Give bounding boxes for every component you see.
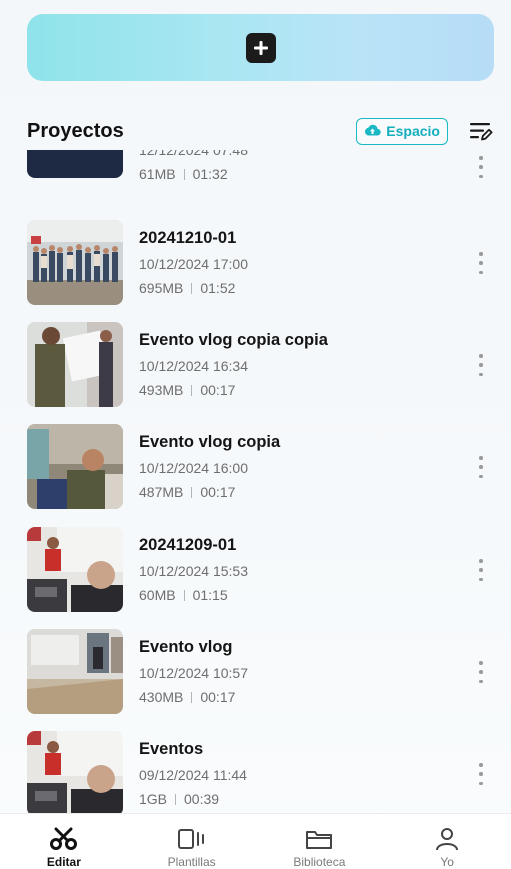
nav-label: Plantillas [167, 855, 216, 869]
project-date: 09/12/2024 11:44 [139, 767, 247, 783]
project-date: 10/12/2024 16:00 [139, 460, 248, 476]
project-thumbnail [27, 322, 123, 407]
project-date: 10/12/2024 17:00 [139, 256, 248, 272]
separator [183, 589, 185, 601]
more-options-icon[interactable] [474, 661, 488, 683]
project-title: Eventos [139, 740, 204, 758]
projects-header: Proyectos Espacio [27, 116, 494, 146]
project-size: 493MB [139, 382, 184, 398]
project-title: 20241209-01 [139, 536, 237, 554]
project-date: 10/12/2024 15:53 [139, 563, 248, 579]
separator [191, 486, 193, 498]
sort-edit-icon[interactable] [468, 118, 494, 144]
more-options-icon[interactable] [474, 252, 488, 274]
separator [175, 793, 177, 805]
separator [191, 384, 193, 396]
project-duration: 01:15 [192, 587, 228, 603]
bottom-nav: Editar Plantillas Biblioteca Yo [0, 813, 511, 869]
create-project-button[interactable] [27, 14, 494, 81]
project-size: 695MB [139, 280, 184, 296]
nav-label: Biblioteca [293, 855, 346, 869]
cloud-upload-icon [364, 123, 382, 139]
more-options-icon[interactable] [474, 456, 488, 478]
more-options-icon[interactable] [474, 156, 488, 178]
project-title: Evento vlog [139, 638, 233, 656]
project-date: 10/12/2024 10:57 [139, 665, 248, 681]
project-item[interactable]: Evento vlog copia copia 10/12/2024 16:34… [0, 322, 511, 414]
project-item[interactable]: 12/12/2024 07:48 61MB 01:32 [0, 150, 511, 185]
project-title: Evento vlog copia copia [139, 331, 328, 349]
project-item[interactable]: Eventos 09/12/2024 11:44 1GB 00:39 [0, 731, 511, 813]
project-size: 430MB [139, 689, 184, 705]
folder-icon [304, 827, 334, 851]
project-item[interactable]: Evento vlog 10/12/2024 10:57 430MB 00:17 [0, 629, 511, 721]
nav-label: Editar [46, 855, 81, 869]
project-date: 10/12/2024 16:34 [139, 358, 248, 374]
project-thumbnail [27, 731, 123, 813]
project-thumbnail [27, 424, 123, 509]
nav-yo[interactable]: Yo [383, 814, 511, 869]
project-title: 20241210-01 [139, 229, 237, 247]
nav-editar[interactable]: Editar [0, 814, 128, 869]
nav-label: Yo [440, 855, 454, 869]
nav-plantillas[interactable]: Plantillas [128, 814, 256, 869]
project-size: 1GB [139, 791, 168, 807]
project-size: 60MB [139, 587, 176, 603]
scissors-icon [49, 827, 79, 851]
project-thumbnail [27, 150, 123, 178]
project-duration: 00:17 [200, 484, 236, 500]
project-duration: 01:52 [200, 280, 236, 296]
nav-biblioteca[interactable]: Biblioteca [256, 814, 384, 869]
project-item[interactable]: 20241210-01 10/12/2024 17:00 695MB 01:52 [0, 220, 511, 312]
project-thumbnail [27, 629, 123, 714]
project-size: 61MB [139, 166, 176, 182]
storage-button-label: Espacio [386, 123, 440, 139]
template-icon [177, 827, 207, 851]
project-item[interactable]: 20241209-01 10/12/2024 15:53 60MB 01:15 [0, 527, 511, 619]
project-duration: 01:32 [192, 166, 228, 182]
project-duration: 00:17 [200, 382, 236, 398]
more-options-icon[interactable] [474, 763, 488, 785]
project-duration: 00:39 [184, 791, 220, 807]
project-duration: 00:17 [200, 689, 236, 705]
more-options-icon[interactable] [474, 559, 488, 581]
project-size: 487MB [139, 484, 184, 500]
project-thumbnail [27, 527, 123, 612]
projects-list: 12/12/2024 07:48 61MB 01:32 20241210-01 1… [0, 150, 511, 813]
separator [191, 691, 193, 703]
person-icon [432, 827, 462, 851]
plus-icon [245, 32, 276, 63]
storage-button[interactable]: Espacio [356, 117, 448, 145]
project-date: 12/12/2024 07:48 [139, 150, 248, 158]
separator [183, 168, 185, 180]
project-item[interactable]: Evento vlog copia 10/12/2024 16:00 487MB… [0, 424, 511, 516]
project-thumbnail [27, 220, 123, 305]
project-title: Evento vlog copia [139, 433, 281, 451]
page-title: Proyectos [27, 119, 124, 142]
more-options-icon[interactable] [474, 354, 488, 376]
separator [191, 282, 193, 294]
